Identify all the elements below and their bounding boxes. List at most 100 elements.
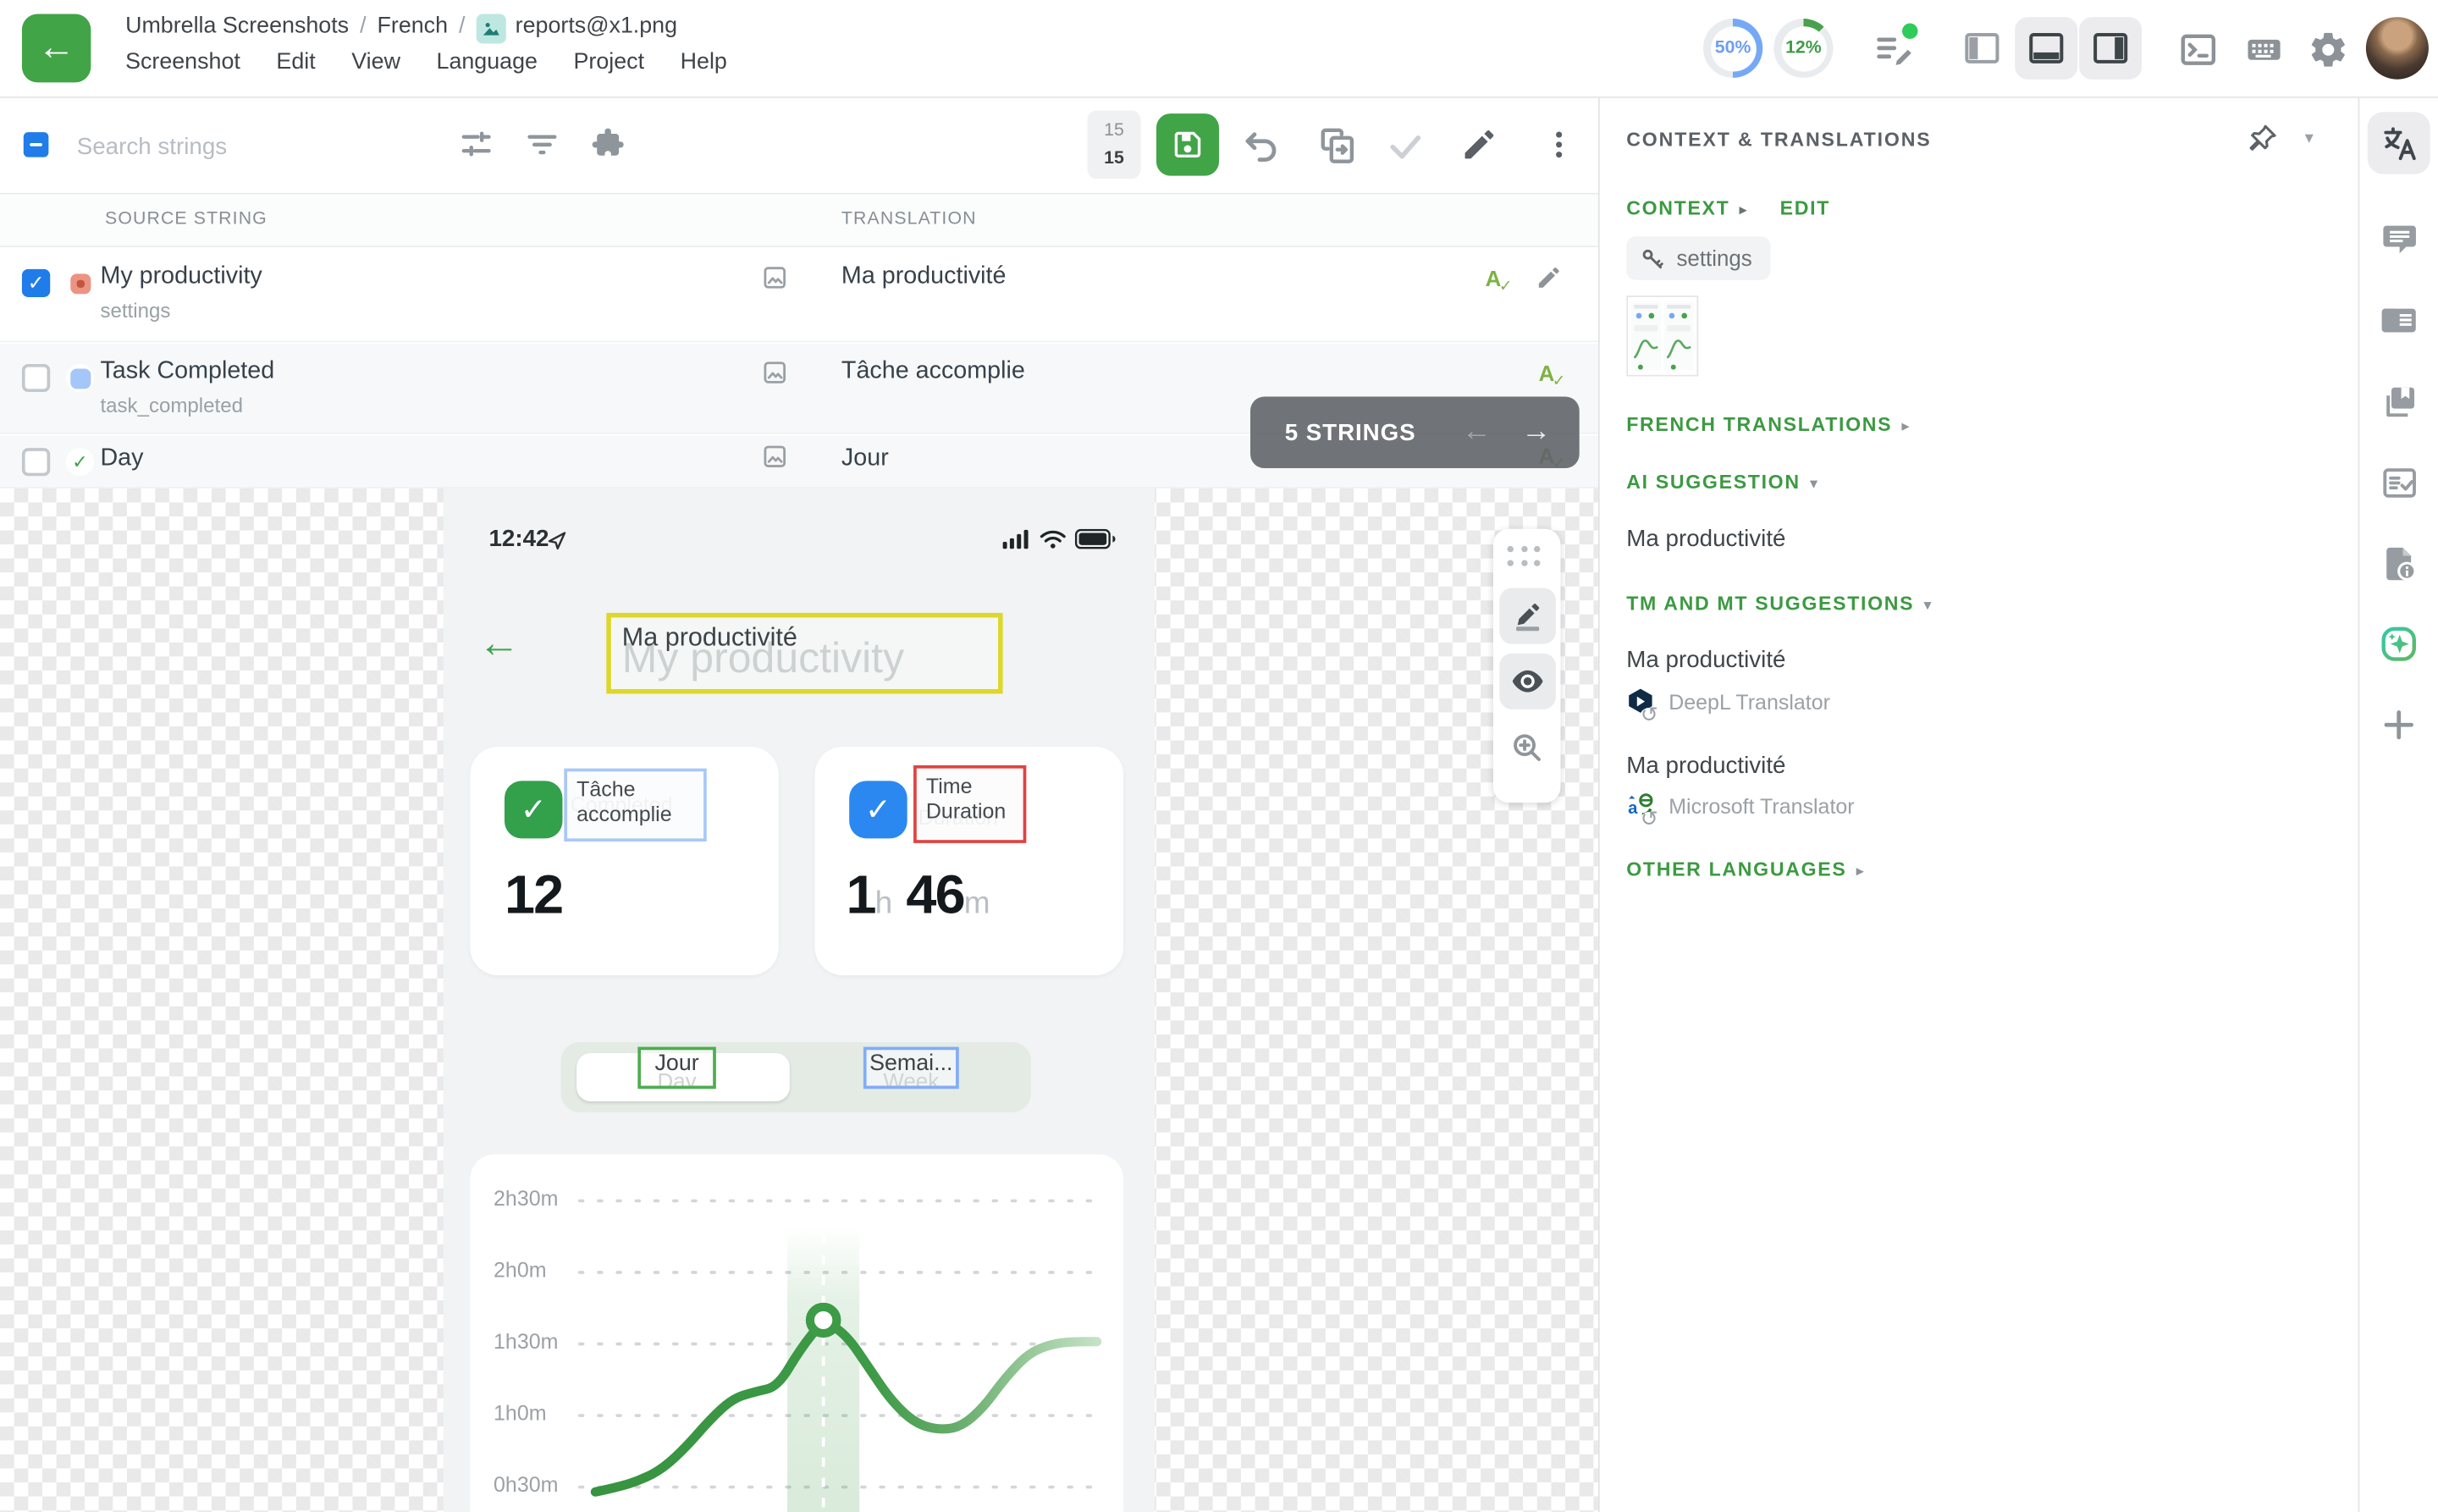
section-ai-suggestion[interactable]: AI SUGGESTION▾ <box>1626 472 1819 494</box>
add-panel-tab-icon[interactable] <box>2368 693 2430 755</box>
context-screenshot-thumbnail[interactable] <box>1626 295 1698 384</box>
previous-string-arrow[interactable]: ← <box>1462 416 1492 450</box>
pin-icon[interactable] <box>2245 121 2280 163</box>
row-checkbox[interactable] <box>22 448 50 476</box>
section-other-languages[interactable]: OTHER LANGUAGES▸ <box>1626 858 1865 880</box>
segment-day-highlight-box[interactable]: Day Jour <box>637 1047 716 1090</box>
translations-tab-icon[interactable] <box>2368 112 2430 174</box>
visible-strings-counter: 15 15 <box>1088 110 1141 179</box>
string-status-icon <box>66 269 94 297</box>
back-button[interactable]: ← <box>22 14 91 83</box>
string-key-tag[interactable]: settings <box>1626 236 1771 279</box>
card-label-highlight-box[interactable]: Time Duration <box>913 765 1026 843</box>
screenshot-thumbnail-icon[interactable] <box>762 264 788 298</box>
period-segmented-control: Day Jour Week Semai... <box>561 1042 1031 1112</box>
menu-screenshot[interactable]: Screenshot <box>125 50 240 74</box>
screenshot-thumbnail-icon[interactable] <box>762 444 788 477</box>
suggestion-text[interactable]: Ma productivité <box>1626 647 1785 673</box>
settings-gear-icon[interactable] <box>2308 30 2348 78</box>
segment-label: Jour <box>641 1051 713 1076</box>
menu-language[interactable]: Language <box>437 50 538 74</box>
approve-check-icon[interactable] <box>1385 126 1426 176</box>
string-status-icon <box>66 364 94 392</box>
strings-count-badge[interactable]: 5 STRINGS ← → <box>1250 397 1580 469</box>
breadcrumb-language[interactable]: French <box>377 14 448 39</box>
ai-suggestion-text[interactable]: Ma productivité <box>1626 526 1785 552</box>
key-icon <box>1639 245 1665 271</box>
screenshot-image: 12:42 ← My productivity Ma productivité … <box>444 488 1155 1512</box>
tab-edit[interactable]: EDIT <box>1780 197 1830 219</box>
battery-icon <box>1075 529 1116 549</box>
user-avatar[interactable] <box>2366 17 2429 79</box>
translation-text[interactable]: Tâche accomplie <box>841 358 1025 386</box>
drag-handle-icon[interactable] <box>1508 546 1547 566</box>
translation-text[interactable]: Jour <box>841 444 889 472</box>
select-all-checkbox[interactable] <box>24 132 49 157</box>
context-info-tab-icon[interactable] <box>2368 290 2430 351</box>
next-string-arrow[interactable]: → <box>1521 416 1551 450</box>
strings-count-label: 5 STRINGS <box>1285 419 1416 445</box>
layout-bottom-panel-toggle[interactable] <box>2015 17 2077 79</box>
search-input[interactable] <box>74 121 409 171</box>
menu-project[interactable]: Project <box>574 50 645 74</box>
title-translation-overlay: Ma productivité <box>622 624 797 654</box>
menu-view[interactable]: View <box>351 50 400 74</box>
row-checkbox-checked[interactable]: ✓ <box>22 269 50 297</box>
row-checkbox[interactable] <box>22 364 50 392</box>
row-edit-pencil-icon[interactable] <box>1536 264 1562 298</box>
comments-tab-icon[interactable] <box>2368 208 2430 270</box>
panel-collapse-chevron-icon[interactable]: ▾ <box>2305 128 2314 148</box>
screenshot-thumbnail-icon[interactable] <box>762 359 788 393</box>
save-button[interactable] <box>1156 113 1219 175</box>
menu-edit[interactable]: Edit <box>276 50 315 74</box>
more-options-icon[interactable] <box>1542 126 1576 171</box>
tab-context[interactable]: CONTEXT▸ <box>1626 197 1748 219</box>
plugins-puzzle-icon[interactable] <box>589 126 626 171</box>
keyboard-shortcuts-icon[interactable] <box>2243 30 2284 78</box>
console-icon[interactable] <box>2178 30 2219 78</box>
section-french-translations[interactable]: FRENCH TRANSLATIONS▸ <box>1626 414 1911 436</box>
screenshot-canvas[interactable]: 12:42 ← My productivity Ma productivité … <box>0 488 1598 1512</box>
glossary-tab-icon[interactable] <box>2368 370 2430 432</box>
chart-peak-marker[interactable] <box>810 1307 836 1333</box>
title-string-highlight-box[interactable]: My productivity Ma productivité <box>606 613 1002 694</box>
suggestion-provider: a ↺ Microsoft Translator <box>1626 792 1854 819</box>
translated-progress-ring[interactable]: 50% <box>1703 19 1762 78</box>
phone-back-arrow[interactable]: ← <box>478 619 521 667</box>
settings-sliders-icon[interactable] <box>457 126 494 171</box>
card-label: Tâche accomplie <box>576 778 672 826</box>
section-tm-mt-suggestions[interactable]: TM AND MT SUGGESTIONS▾ <box>1626 593 1933 615</box>
ai-assistant-tab-icon[interactable] <box>2368 613 2430 675</box>
edit-pencil-icon[interactable] <box>1460 126 1498 171</box>
suggestion-text[interactable]: Ma productivité <box>1626 753 1785 779</box>
edit-list-icon[interactable] <box>1874 30 1915 78</box>
duplicate-icon[interactable] <box>1316 126 1357 174</box>
layout-right-panel-toggle[interactable] <box>2079 17 2142 79</box>
breadcrumb-file[interactable]: reports@x1.png <box>516 14 677 39</box>
translation-text[interactable]: Ma productivité <box>841 263 1007 291</box>
layout-left-panel-toggle[interactable] <box>1950 17 2013 79</box>
tasks-checklist-tab-icon[interactable] <box>2368 451 2430 513</box>
segment-week-highlight-box[interactable]: Week Semai... <box>863 1047 959 1090</box>
context-translations-panel: CONTEXT & TRANSLATIONS ▾ CONTEXT▸ EDIT s… <box>1600 97 2358 1512</box>
table-header: SOURCE STRING TRANSLATION <box>0 195 1598 247</box>
canvas-floating-toolbar <box>1493 529 1561 803</box>
y-axis-tick: 2h30m <box>494 1187 582 1211</box>
tag-tool-button[interactable] <box>1498 588 1555 644</box>
breadcrumb-project[interactable]: Umbrella Screenshots <box>125 14 349 39</box>
menu-help[interactable]: Help <box>681 50 727 74</box>
tasks-card: ✓ Completed Tâche accomplie 12 <box>470 747 779 975</box>
zoom-tool-button[interactable] <box>1498 719 1555 775</box>
right-icon-rail <box>2358 97 2438 1512</box>
phone-status-icons <box>1003 529 1116 549</box>
preview-eye-button[interactable] <box>1498 654 1555 709</box>
filter-icon[interactable] <box>523 126 560 171</box>
approved-progress-ring[interactable]: 12% <box>1773 19 1833 78</box>
status-translated-icon <box>69 368 90 389</box>
undo-icon[interactable] <box>1241 126 1282 174</box>
table-row[interactable]: ✓ My productivity settings Ma productivi… <box>0 247 1598 342</box>
file-info-tab-icon[interactable] <box>2368 532 2430 593</box>
card-label-highlight-box[interactable]: Tâche accomplie <box>564 769 706 842</box>
status-approved-icon: ✓ <box>72 451 88 473</box>
breadcrumb: Umbrella Screenshots/French/reports@x1.p… <box>125 13 677 44</box>
